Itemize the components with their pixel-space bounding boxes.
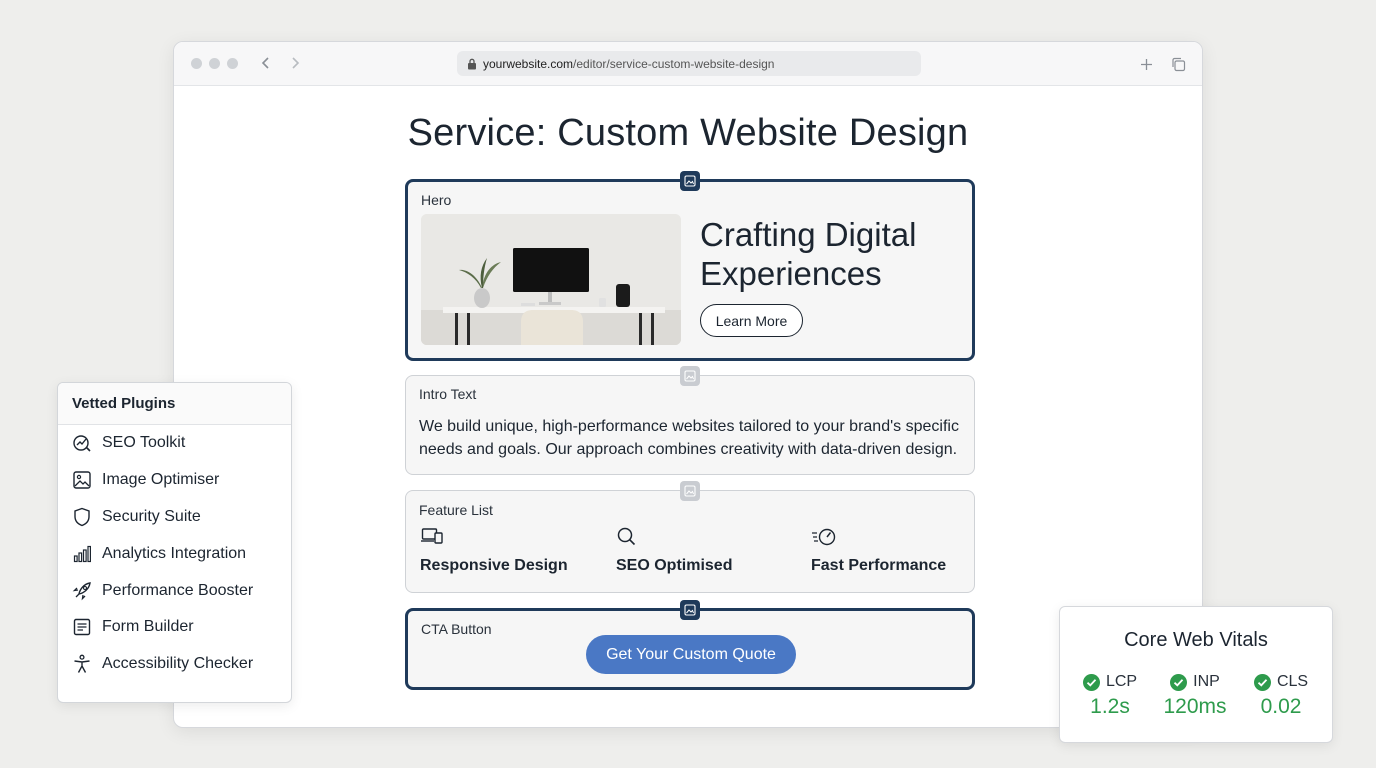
feature-item: Responsive Design xyxy=(420,527,568,575)
rocket-icon xyxy=(72,581,92,601)
metric-lcp: LCP 1.2s xyxy=(1065,673,1155,719)
speedometer-icon xyxy=(811,527,836,549)
metric-inp: INP 120ms xyxy=(1150,673,1240,719)
intro-paragraph: We build unique, high-performance websit… xyxy=(419,418,959,458)
plugin-label: Accessibility Checker xyxy=(102,655,254,673)
plugin-item-analytics-integration[interactable]: Analytics Integration xyxy=(58,535,291,572)
search-icon xyxy=(616,527,640,549)
plugin-label: Form Builder xyxy=(102,618,194,636)
plugin-item-image-optimiser[interactable]: Image Optimiser xyxy=(58,462,291,499)
metric-name: LCP xyxy=(1105,673,1138,690)
metric-value: 0.02 xyxy=(1260,695,1302,718)
tabs-overview-icon[interactable] xyxy=(1167,53,1189,75)
plugin-label: Security Suite xyxy=(102,507,201,525)
learn-more-button[interactable]: Learn More xyxy=(700,304,803,337)
cta-block-label: CTA Button xyxy=(421,621,492,637)
feature-list-block[interactable]: Feature List Responsive Design SEO Optim… xyxy=(405,481,975,593)
plugin-label: SEO Toolkit xyxy=(102,434,186,452)
bar-chart-icon xyxy=(72,544,92,564)
block-image-icon[interactable] xyxy=(680,366,700,386)
seo-chart-icon xyxy=(72,433,92,453)
plugin-item-seo-toolkit[interactable]: SEO Toolkit xyxy=(58,425,291,462)
feature-label: SEO Optimised xyxy=(616,557,733,574)
check-circle-icon xyxy=(1082,673,1100,691)
plugin-item-form-builder[interactable]: Form Builder xyxy=(58,609,291,646)
plugin-item-performance-booster[interactable]: Performance Booster xyxy=(58,572,291,609)
core-web-vitals-card: Core Web Vitals LCP 1.2s INP 120ms CLS 0… xyxy=(1059,606,1333,743)
plugins-panel-title: Vetted Plugins xyxy=(58,383,291,425)
window-close-dot[interactable] xyxy=(191,58,202,69)
url-path: /editor/service-custom-website-design xyxy=(573,56,775,71)
plugin-label: Analytics Integration xyxy=(102,544,247,562)
hero-block[interactable]: Hero Crafting Digital Experiences Learn … xyxy=(405,171,975,361)
hero-image xyxy=(421,214,681,345)
plugin-label: Performance Booster xyxy=(102,581,254,599)
metric-name: INP xyxy=(1193,673,1220,690)
check-circle-icon xyxy=(1253,673,1271,691)
browser-toolbar: yourwebsite.com/editor/service-custom-we… xyxy=(174,42,1202,86)
metric-cls: CLS 0.02 xyxy=(1236,673,1326,719)
cta-block[interactable]: CTA Button Get Your Custom Quote xyxy=(405,600,975,690)
block-image-icon[interactable] xyxy=(680,481,700,501)
get-quote-button[interactable]: Get Your Custom Quote xyxy=(586,635,796,674)
image-icon xyxy=(72,470,92,490)
feature-item: Fast Performance xyxy=(811,527,946,575)
feature-item: SEO Optimised xyxy=(616,527,732,575)
metric-name: CLS xyxy=(1276,673,1309,690)
hero-heading: Crafting Digital Experiences xyxy=(700,216,917,292)
window-maximize-dot[interactable] xyxy=(227,58,238,69)
forward-icon[interactable] xyxy=(284,52,306,74)
address-bar[interactable]: yourwebsite.com/editor/service-custom-we… xyxy=(457,51,921,76)
plugin-label: Image Optimiser xyxy=(102,471,220,489)
vitals-title: Core Web Vitals xyxy=(1124,629,1268,651)
metric-value: 1.2s xyxy=(1090,695,1130,718)
block-image-icon[interactable] xyxy=(680,600,700,620)
feature-label: Fast Performance xyxy=(811,557,947,574)
back-icon[interactable] xyxy=(255,52,277,74)
intro-block-label: Intro Text xyxy=(419,386,477,402)
devices-icon xyxy=(420,527,444,549)
form-icon xyxy=(72,617,92,637)
shield-icon xyxy=(72,507,92,527)
feature-block-label: Feature List xyxy=(419,502,493,518)
check-circle-icon xyxy=(1170,673,1188,691)
plugin-item-security-suite[interactable]: Security Suite xyxy=(58,499,291,536)
window-minimize-dot[interactable] xyxy=(209,58,220,69)
accessibility-icon xyxy=(72,654,92,674)
hero-block-label: Hero xyxy=(421,192,452,208)
vetted-plugins-panel: Vetted Plugins SEO Toolkit Image Optimis… xyxy=(57,382,292,703)
browser-window: yourwebsite.com/editor/service-custom-we… xyxy=(173,41,1203,728)
plugin-item-accessibility-checker[interactable]: Accessibility Checker xyxy=(58,646,291,683)
new-tab-icon[interactable] xyxy=(1135,53,1157,75)
feature-label: Responsive Design xyxy=(420,557,568,574)
url-host: yourwebsite.com xyxy=(483,56,574,71)
page-title: Service: Custom Website Design xyxy=(407,112,969,154)
block-image-icon[interactable] xyxy=(680,171,700,191)
lock-icon xyxy=(467,58,477,70)
metric-value: 120ms xyxy=(1163,695,1227,718)
intro-text-block[interactable]: Intro Text We build unique, high-perform… xyxy=(405,366,975,475)
